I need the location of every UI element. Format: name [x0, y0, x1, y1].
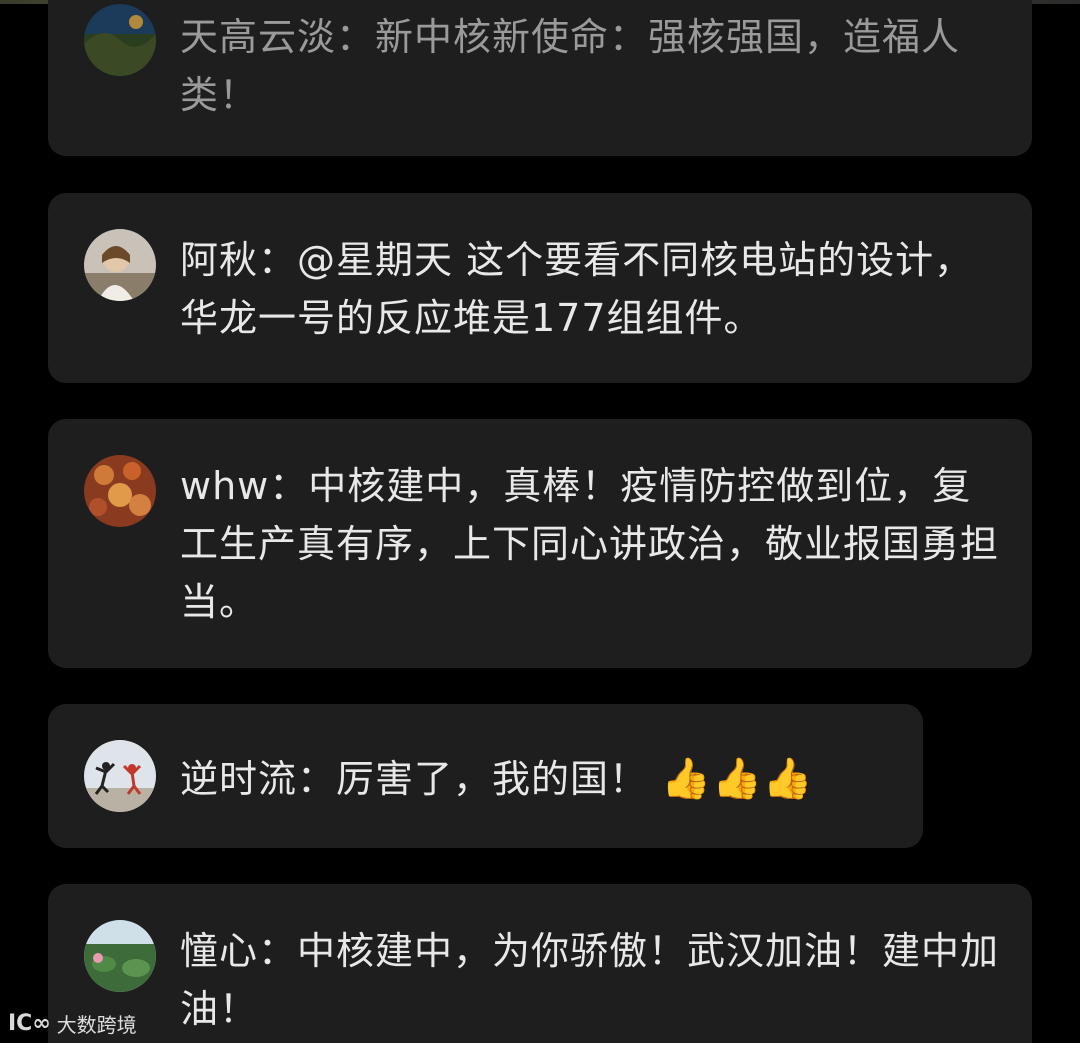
comment-text: 逆时流：厉害了，我的国！ 👍👍👍: [180, 750, 900, 808]
avatar[interactable]: [84, 455, 156, 527]
watermark: ⅠⅭ∞ 大数跨境: [8, 1005, 137, 1041]
avatar[interactable]: [84, 740, 156, 812]
comment-text: whw：中核建中，真棒！疫情防控做到位，复工生产真有序，上下同心讲政治，敬业报国…: [180, 464, 1000, 624]
watermark-logo-icon: ⅠⅭ∞: [8, 1010, 51, 1036]
watermark-text: 大数跨境: [56, 1012, 137, 1037]
comment-card: 阿秋：@星期天 这个要看不同核电站的设计，华龙一号的反应堆是177组组件。: [48, 193, 1032, 383]
comment-card: 逆时流：厉害了，我的国！ 👍👍👍: [48, 704, 923, 848]
comment-body: 中核建中，为你骄傲！武汉加油！建中加油！: [180, 929, 1000, 1031]
comment-card: 憧心：中核建中，为你骄傲！武汉加油！建中加油！: [48, 884, 1032, 1043]
comment-body: 厉害了，我的国！: [336, 757, 649, 801]
comment-author[interactable]: 天高云淡: [180, 15, 336, 59]
comment-author[interactable]: 憧心: [180, 929, 258, 973]
comment-author[interactable]: 逆时流: [180, 757, 297, 801]
comment-text: 憧心：中核建中，为你骄傲！武汉加油！建中加油！: [180, 929, 1000, 1031]
comment-text: 阿秋：@星期天 这个要看不同核电站的设计，华龙一号的反应堆是177组组件。: [180, 238, 974, 340]
comment-card: whw：中核建中，真棒！疫情防控做到位，复工生产真有序，上下同心讲政治，敬业报国…: [48, 419, 1032, 668]
comment-card: 天高云淡：新中核新使命：强核强国，造福人类！: [48, 0, 1032, 156]
avatar[interactable]: [84, 229, 156, 301]
comment-body: @星期天 这个要看不同核电站的设计，华龙一号的反应堆是177组组件。: [180, 238, 974, 340]
comment-author[interactable]: whw: [180, 464, 269, 508]
thumbs-up-icon: 👍👍👍: [661, 756, 814, 802]
avatar[interactable]: [84, 4, 156, 76]
comment-author[interactable]: 阿秋: [180, 238, 258, 282]
avatar[interactable]: [84, 920, 156, 992]
comment-text: 天高云淡：新中核新使命：强核强国，造福人类！: [180, 15, 961, 117]
